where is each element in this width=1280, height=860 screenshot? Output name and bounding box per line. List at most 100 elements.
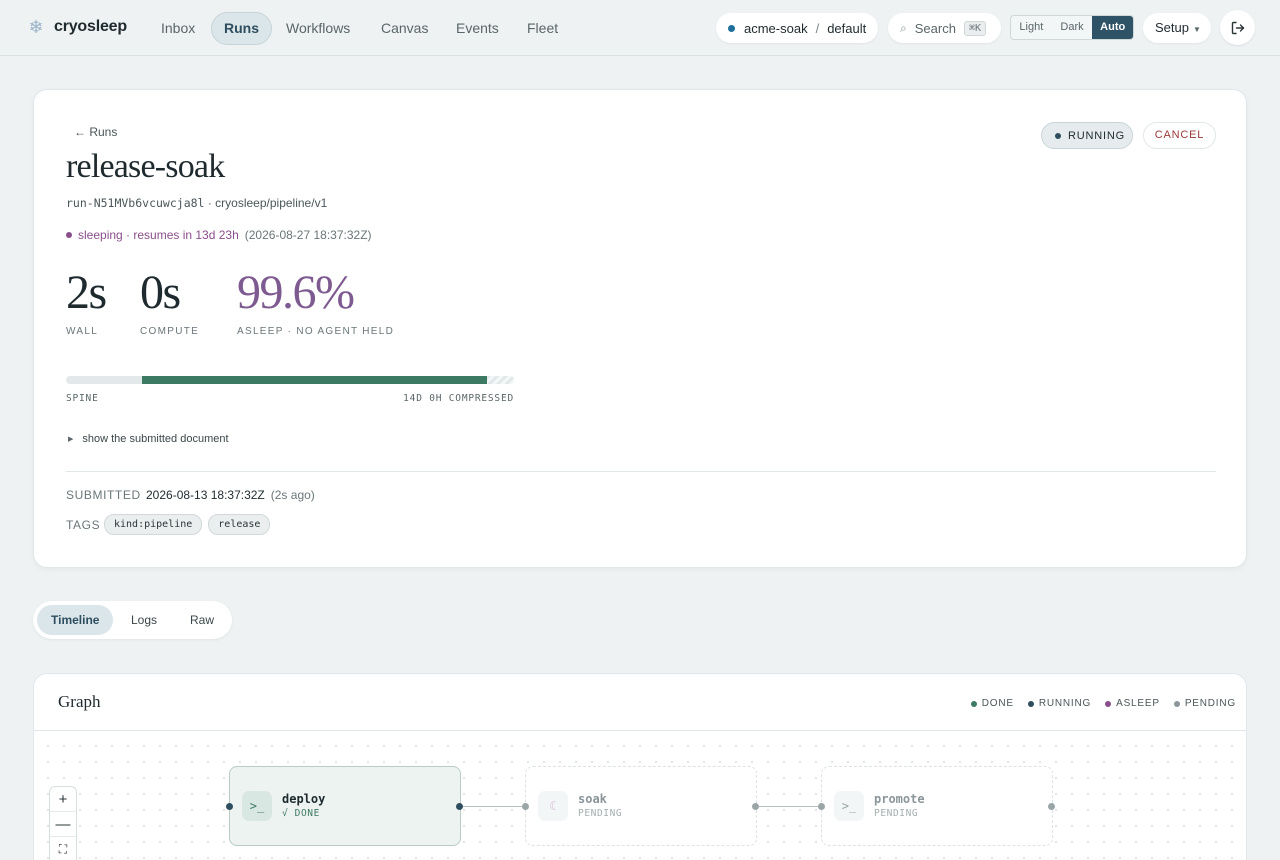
top-nav: ❄ cryosleep Inbox Runs Workflows Canvas … xyxy=(0,0,1280,56)
theme-switcher: Light Dark Auto xyxy=(1010,15,1134,40)
graph-edge xyxy=(759,806,818,807)
node-name: deploy xyxy=(282,792,326,806)
legend-label: PENDING xyxy=(1184,698,1236,709)
search-shortcut: ⌘K xyxy=(963,20,986,36)
running-dot xyxy=(1055,132,1061,139)
nav-link-workflows[interactable]: Workflows xyxy=(273,12,363,45)
run-pipeline: cryosleep/pipeline/v1 xyxy=(215,196,328,210)
workspace-status-dot xyxy=(728,24,735,32)
graph-canvas[interactable]: + — ⛶ >_ deploy √ DONE ☾ soak PENDING >_… xyxy=(34,732,1246,860)
graph-node-deploy[interactable]: >_ deploy √ DONE xyxy=(229,766,461,846)
disclosure-label: show the submitted document xyxy=(82,433,229,445)
setup-label: Setup xyxy=(1155,20,1189,35)
tab-raw[interactable]: Raw xyxy=(176,605,228,635)
graph-header: Graph DONE RUNNING ASLEEP PENDING xyxy=(34,674,1246,731)
stat-compute-label: COMPUTE xyxy=(140,326,200,337)
node-output-port[interactable] xyxy=(752,803,759,810)
spine-label: SPINE xyxy=(66,393,99,404)
setup-menu-button[interactable]: Setup ▼ xyxy=(1143,13,1211,43)
run-id: run-N51MVb6vcuwcja8l xyxy=(66,196,205,210)
nav-link-events[interactable]: Events xyxy=(443,12,512,45)
submitted-relative: (2s ago) xyxy=(270,488,315,502)
node-output-port[interactable] xyxy=(456,803,463,810)
node-state: PENDING xyxy=(874,808,919,819)
workspace-separator: / xyxy=(815,20,820,36)
node-input-port[interactable] xyxy=(522,803,529,810)
stat-asleep-label: ASLEEP · NO AGENT HELD xyxy=(237,326,395,337)
node-input-port[interactable] xyxy=(818,803,825,810)
terminal-icon: >_ xyxy=(242,791,272,821)
legend-item-pending: PENDING xyxy=(1173,698,1236,709)
legend-label: RUNNING xyxy=(1038,698,1092,709)
nav-link-inbox[interactable]: Inbox xyxy=(148,12,208,45)
resume-timestamp: (2026-08-27 18:37:32Z) xyxy=(244,228,372,242)
logout-button[interactable] xyxy=(1220,10,1255,45)
workspace-selector[interactable]: acme-soak / default xyxy=(716,13,878,43)
legend-label: ASLEEP xyxy=(1116,698,1160,709)
node-state: PENDING xyxy=(578,808,623,819)
theme-option-dark[interactable]: Dark xyxy=(1052,16,1093,39)
terminal-icon: >_ xyxy=(834,791,864,821)
stat-wall-label: WALL xyxy=(66,326,99,337)
theme-option-light[interactable]: Light xyxy=(1011,16,1052,39)
node-name: soak xyxy=(578,792,607,806)
page-title: release-soak xyxy=(66,148,225,185)
stat-wall-value: 2s xyxy=(66,266,107,319)
zoom-in-button[interactable]: + xyxy=(50,787,76,812)
view-tabs: Timeline Logs Raw xyxy=(33,601,232,639)
asleep-dot xyxy=(66,232,72,238)
tab-logs[interactable]: Logs xyxy=(117,605,171,635)
tag-chip[interactable]: release xyxy=(208,514,271,535)
theme-option-auto[interactable]: Auto xyxy=(1092,16,1133,39)
sleep-status: sleeping · resumes in 13d 23h (2026-08-2… xyxy=(66,228,372,242)
zoom-controls: + — ⛶ xyxy=(49,786,77,860)
spine-compressed-segment xyxy=(487,376,514,384)
sleep-text: sleeping · resumes in 13d 23h xyxy=(78,228,239,242)
submitted-document-toggle[interactable]: ▶ show the submitted document xyxy=(68,433,229,445)
nav-link-canvas[interactable]: Canvas xyxy=(368,12,441,45)
node-output-port[interactable] xyxy=(1048,803,1055,810)
legend-item-running: RUNNING xyxy=(1027,698,1092,709)
legend-item-done: DONE xyxy=(970,698,1014,709)
search-label: Search xyxy=(914,20,956,36)
brand[interactable]: ❄ cryosleep xyxy=(26,17,127,37)
submitted-key: SUBMITTED xyxy=(66,488,141,502)
zoom-out-button[interactable]: — xyxy=(50,812,76,837)
legend-dot xyxy=(1173,700,1180,707)
search-button[interactable]: ⌕ Search ⌘K xyxy=(888,13,1001,43)
graph-edge xyxy=(463,806,522,807)
workspace-org: acme-soak xyxy=(744,20,808,36)
tag-chip[interactable]: kind:pipeline xyxy=(104,514,203,535)
legend-dot xyxy=(970,700,977,707)
stat-compute-value: 0s xyxy=(140,266,181,319)
tags-key: TAGS xyxy=(66,517,101,532)
back-to-runs-link[interactable]: ← Runs xyxy=(74,125,117,139)
stat-asleep-value: 99.6% xyxy=(237,266,355,319)
logout-icon xyxy=(1231,21,1244,34)
graph-node-promote[interactable]: >_ promote PENDING xyxy=(821,766,1053,846)
status-label: RUNNING xyxy=(1068,129,1125,142)
fit-view-button[interactable]: ⛶ xyxy=(50,837,76,860)
caret-right-icon: ▶ xyxy=(68,436,74,443)
stat-asleep: 99.6% ASLEEP · NO AGENT HELD xyxy=(237,266,394,337)
tab-timeline[interactable]: Timeline xyxy=(37,605,114,635)
stat-wall: 2s WALL xyxy=(66,266,107,337)
submitted-row: SUBMITTED 2026-08-13 18:37:32Z (2s ago) xyxy=(66,488,315,502)
stat-compute: 0s COMPUTE xyxy=(140,266,199,337)
run-identifier: run-N51MVb6vcuwcja8l · cryosleep/pipelin… xyxy=(66,196,327,210)
search-icon: ⌕ xyxy=(900,20,907,35)
legend-label: DONE xyxy=(981,698,1014,709)
nav-link-fleet[interactable]: Fleet xyxy=(514,12,571,45)
graph-node-soak[interactable]: ☾ soak PENDING xyxy=(525,766,757,846)
moon-icon: ☾ xyxy=(538,791,568,821)
spine-bar xyxy=(66,376,514,384)
nav-link-runs[interactable]: Runs xyxy=(211,12,272,45)
graph-legend: DONE RUNNING ASLEEP PENDING xyxy=(970,698,1236,709)
node-state: √ DONE xyxy=(282,808,320,819)
cancel-run-button[interactable]: CANCEL xyxy=(1143,122,1216,149)
back-link-label: Runs xyxy=(89,125,118,139)
node-input-port[interactable] xyxy=(226,803,233,810)
spine-compressed-label: 14D 0H COMPRESSED xyxy=(403,393,514,404)
submitted-value: 2026-08-13 18:37:32Z xyxy=(146,488,265,502)
divider xyxy=(66,471,1216,472)
